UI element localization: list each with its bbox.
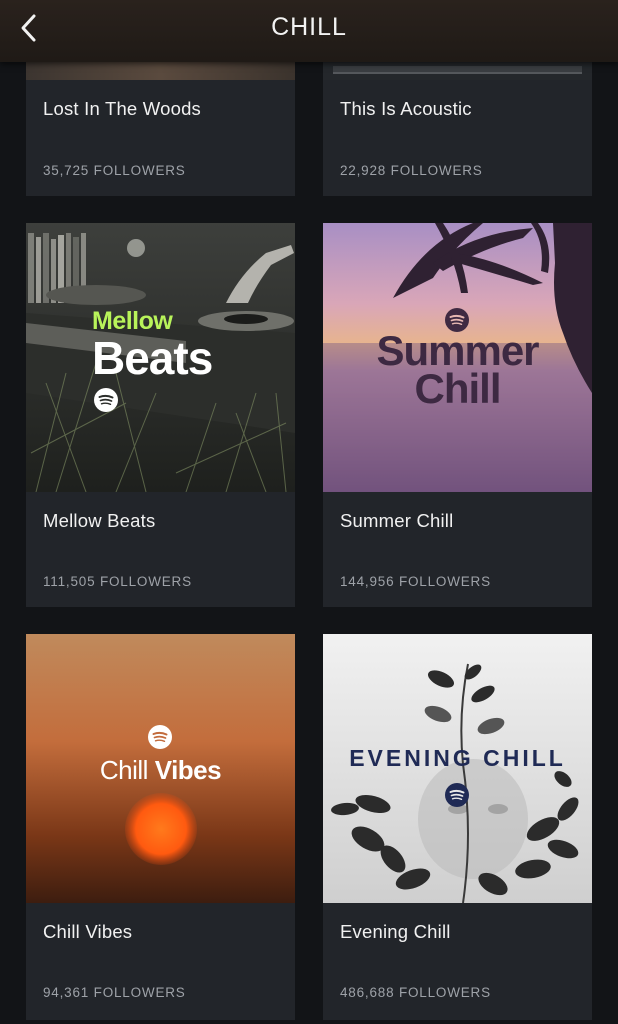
spotify-icon bbox=[445, 783, 469, 807]
playlist-name: Chill Vibes bbox=[43, 921, 133, 942]
playlist-card-this-is-acoustic[interactable]: This Is Acoustic 22,928 FOLLOWERS bbox=[323, 62, 592, 196]
playlist-cover-summer-chill: Summer Chill bbox=[323, 223, 592, 492]
spotify-icon bbox=[148, 725, 172, 749]
artwork-title: EVENING CHILL bbox=[349, 745, 566, 771]
playlist-cover-partial bbox=[323, 62, 592, 80]
playlist-followers: 144,956 FOLLOWERS bbox=[340, 574, 491, 589]
artwork-title-line2: Beats bbox=[92, 332, 213, 384]
artwork-title-line2: Vibes bbox=[154, 755, 222, 785]
playlist-card-lost-in-the-woods[interactable]: Lost In The Woods 35,725 FOLLOWERS bbox=[26, 62, 295, 196]
playlist-followers: 22,928 FOLLOWERS bbox=[340, 163, 483, 178]
playlist-screen: Lost In The Woods 35,725 FOLLOWERS This … bbox=[0, 0, 618, 1024]
spotify-icon bbox=[94, 388, 118, 412]
playlist-cover-chill-vibes: Chill Vibes bbox=[26, 634, 295, 903]
playlist-followers: 35,725 FOLLOWERS bbox=[43, 163, 186, 178]
page-title: CHILL bbox=[271, 13, 347, 41]
playlist-card-summer-chill[interactable]: Summer Chill Summer Chill 144,956 FOLLOW… bbox=[323, 223, 592, 607]
playlist-name: Lost In The Woods bbox=[43, 98, 202, 119]
playlist-name: Summer Chill bbox=[340, 510, 454, 531]
playlist-name: This Is Acoustic bbox=[340, 98, 472, 119]
playlist-followers: 94,361 FOLLOWERS bbox=[43, 985, 186, 1000]
playlist-card-chill-vibes[interactable]: Chill Vibes Chill Vibes 94,361 FOLLOWERS bbox=[26, 634, 295, 1020]
top-nav-bar: CHILL bbox=[0, 0, 618, 62]
playlist-cover-mellow-beats: Mellow Beats bbox=[26, 223, 295, 492]
playlist-name: Evening Chill bbox=[340, 921, 451, 942]
artwork-title-line2: Chill bbox=[414, 365, 502, 412]
artwork-title: Chill Vibes bbox=[26, 755, 295, 786]
playlist-followers: 111,505 FOLLOWERS bbox=[43, 574, 192, 589]
playlist-followers: 486,688 FOLLOWERS bbox=[340, 985, 491, 1000]
playlist-name: Mellow Beats bbox=[43, 510, 156, 531]
playlist-cover-evening-chill: EVENING CHILL bbox=[323, 634, 592, 903]
playlist-card-evening-chill[interactable]: EVENING CHILL Evening Chill 486,688 FOLL… bbox=[323, 634, 592, 1020]
artwork-title-line1: Chill bbox=[99, 755, 149, 785]
playlist-card-mellow-beats[interactable]: Mellow Beats Mellow Beats 111,505 FOLLOW… bbox=[26, 223, 295, 607]
playlist-cover-partial bbox=[26, 62, 295, 80]
